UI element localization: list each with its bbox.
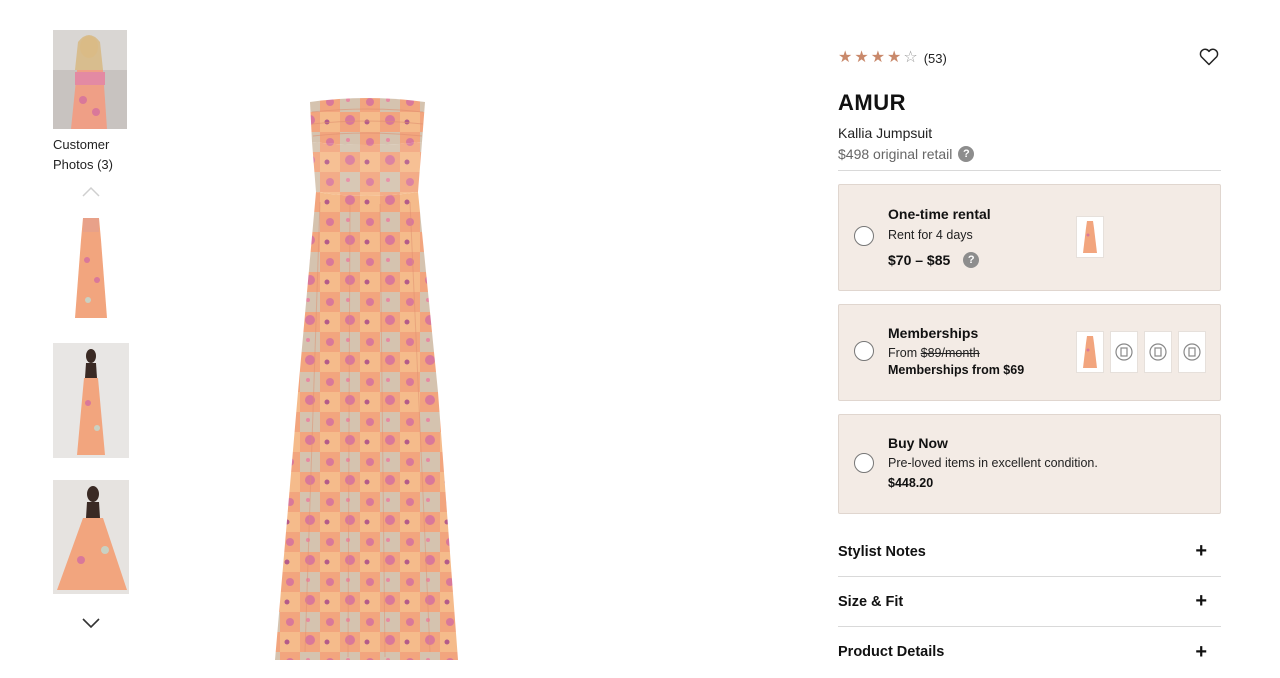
star-full-icon: ★ xyxy=(870,49,886,66)
customer-photo-thumbnail[interactable] xyxy=(53,30,127,129)
rental-price: $70 – $85 xyxy=(888,252,951,268)
membership-from-row: From $89/month xyxy=(888,346,1024,360)
product-thumbnail-model-front[interactable] xyxy=(53,343,129,458)
star-empty-icon: ☆ xyxy=(903,49,918,66)
buy-now-subtitle: Pre-loved items in excellent condition. xyxy=(888,456,1098,470)
accordion-size-fit[interactable]: Size & Fit + xyxy=(838,577,1221,627)
product-thumbnail-model-pose[interactable] xyxy=(53,480,129,594)
buy-now-price: $448.20 xyxy=(888,476,934,490)
help-icon[interactable]: ? xyxy=(958,146,975,162)
accordion-label: Product Details xyxy=(838,644,945,660)
hanger-icon xyxy=(1115,343,1133,361)
hanger-icon xyxy=(1183,343,1201,361)
plus-icon[interactable]: + xyxy=(1195,590,1207,613)
accordion-label: Size & Fit xyxy=(838,593,904,610)
product-thumbnail-front[interactable] xyxy=(53,210,129,320)
membership-radio[interactable] xyxy=(854,341,874,361)
plus-icon[interactable]: + xyxy=(1195,641,1207,664)
brand-name[interactable]: AMUR xyxy=(838,90,1221,116)
rental-title: One-time rental xyxy=(888,206,991,222)
chevron-up-icon[interactable] xyxy=(81,185,101,199)
retail-price-row: $498 original retail ? xyxy=(838,146,1221,162)
product-page: Customer Photos (3) ★ ★ ★ ★ ☆ (53) AMUR … xyxy=(0,0,1280,678)
divider xyxy=(838,170,1221,171)
heart-icon[interactable] xyxy=(1199,48,1219,66)
model-thumbnail-image xyxy=(53,343,129,458)
dress-mini-image xyxy=(1083,221,1097,253)
hanger-slot-icon xyxy=(1144,331,1172,373)
customer-photo-image xyxy=(53,30,127,129)
review-count[interactable]: (53) xyxy=(924,51,947,66)
dress-thumbnail-image xyxy=(75,218,107,318)
accordion-product-details[interactable]: Product Details + xyxy=(838,627,1221,677)
hanger-slot-icon xyxy=(1110,331,1138,373)
product-details-panel: ★ ★ ★ ★ ☆ (53) AMUR Kallia Jumpsuit $498… xyxy=(838,46,1221,677)
star-rating: ★ ★ ★ ★ ☆ xyxy=(838,50,918,66)
help-icon[interactable]: ? xyxy=(963,252,980,268)
chevron-down-icon[interactable] xyxy=(81,616,101,630)
star-full-icon: ★ xyxy=(887,49,902,66)
hanger-icon xyxy=(1149,343,1167,361)
accordion-label: Stylist Notes xyxy=(838,543,926,560)
membership-old-price: $89/month xyxy=(920,346,980,360)
plus-icon[interactable]: + xyxy=(1195,540,1207,563)
membership-item-thumbnail xyxy=(1076,331,1104,373)
membership-title: Memberships xyxy=(888,325,979,341)
main-product-image[interactable] xyxy=(260,92,475,664)
star-full-icon: ★ xyxy=(854,49,869,66)
membership-option[interactable]: Memberships From $89/month Memberships f… xyxy=(838,304,1221,401)
model-pose-thumbnail-image xyxy=(53,480,129,594)
rental-subtitle: Rent for 4 days xyxy=(888,228,973,242)
rental-option[interactable]: One-time rental Rent for 4 days $70 – $8… xyxy=(838,184,1221,291)
rental-radio[interactable] xyxy=(854,226,874,246)
buy-now-radio[interactable] xyxy=(854,453,874,473)
dress-mini-image xyxy=(1083,336,1097,368)
accordion-stylist-notes[interactable]: Stylist Notes + xyxy=(838,527,1221,577)
accordion: Stylist Notes + Size & Fit + Product Det… xyxy=(838,527,1221,677)
membership-from-label: From xyxy=(888,346,918,360)
rental-item-thumbnail xyxy=(1076,216,1104,258)
thumbnail-rail: Customer Photos (3) xyxy=(53,30,133,629)
membership-new-price: Memberships from $69 xyxy=(888,363,1025,377)
retail-price: $498 original retail xyxy=(838,146,953,162)
buy-now-title: Buy Now xyxy=(888,435,948,451)
customer-photos-label[interactable]: Customer Photos (3) xyxy=(53,135,143,175)
buy-now-option[interactable]: Buy Now Pre-loved items in excellent con… xyxy=(838,414,1221,514)
rating-row[interactable]: ★ ★ ★ ★ ☆ (53) xyxy=(838,46,1221,70)
hanger-slot-icon xyxy=(1178,331,1206,373)
star-full-icon: ★ xyxy=(838,49,853,66)
product-name: Kallia Jumpsuit xyxy=(838,125,933,141)
